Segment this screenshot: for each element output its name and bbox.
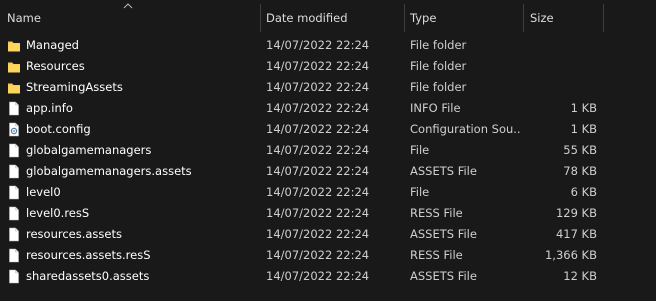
file-type: ASSETS File (410, 227, 477, 241)
file-type: File folder (410, 80, 467, 94)
file-name: globalgamemanagers.assets (26, 164, 192, 178)
file-row[interactable]: level0 14/07/2022 22:24 File 6 KB (0, 182, 656, 203)
column-header-date-modified[interactable]: Date modified (266, 10, 348, 26)
file-date-modified: 14/07/2022 22:24 (266, 206, 370, 220)
file-icon (7, 185, 21, 200)
column-header-name[interactable]: Name (7, 10, 41, 26)
file-size: 1,366 KB (544, 248, 597, 262)
file-name: level0.resS (26, 206, 90, 220)
column-header-bar: Name Date modified Type Size (0, 0, 656, 34)
file-icon (7, 248, 21, 263)
file-date-modified: 14/07/2022 22:24 (266, 38, 370, 52)
file-row[interactable]: resources.assets.resS 14/07/2022 22:24 RES… (0, 245, 656, 266)
file-size (526, 56, 597, 77)
file-name: resources.assets (26, 227, 122, 241)
file-date-modified: 14/07/2022 22:24 (266, 143, 370, 157)
file-name: boot.config (26, 122, 91, 136)
file-name: level0 (26, 185, 61, 199)
file-type: File (410, 185, 430, 199)
file-date-modified: 14/07/2022 22:24 (266, 101, 370, 115)
file-date-modified: 14/07/2022 22:24 (266, 185, 370, 199)
file-icon (7, 227, 21, 242)
file-type: ASSETS File (410, 269, 477, 283)
file-type: ASSETS File (410, 164, 477, 178)
file-row[interactable]: Resources 14/07/2022 22:24 File folder (0, 56, 656, 77)
column-divider[interactable] (260, 4, 261, 32)
file-row[interactable]: globalgamemanagers 14/07/2022 22:24 File 55… (0, 140, 656, 161)
file-type: INFO File (410, 101, 461, 115)
file-date-modified: 14/07/2022 22:24 (266, 164, 370, 178)
file-icon (7, 143, 21, 158)
file-type: File folder (410, 59, 467, 73)
column-header-type[interactable]: Type (410, 10, 436, 26)
config-file-icon (7, 122, 21, 137)
file-size: 55 KB (563, 143, 597, 157)
file-row[interactable]: level0.resS 14/07/2022 22:24 RESS File 129 … (0, 203, 656, 224)
file-date-modified: 14/07/2022 22:24 (266, 227, 370, 241)
file-size (526, 35, 597, 56)
file-type: RESS File (410, 206, 463, 220)
column-divider[interactable] (523, 4, 524, 32)
file-type: Configuration Sou... (410, 122, 520, 136)
file-type: File (410, 143, 430, 157)
sort-ascending-icon (123, 3, 133, 9)
file-icon (7, 101, 21, 116)
file-icon (7, 269, 21, 284)
file-row[interactable]: Managed 14/07/2022 22:24 File folder (0, 35, 656, 56)
folder-icon (7, 38, 21, 53)
file-size: 6 KB (570, 185, 597, 199)
file-icon (7, 206, 21, 221)
file-row[interactable]: StreamingAssets 14/07/2022 22:24 File fold… (0, 77, 656, 98)
file-size (526, 77, 597, 98)
file-size: 1 KB (570, 101, 597, 115)
file-type: RESS File (410, 248, 463, 262)
file-name: resources.assets.resS (26, 248, 151, 262)
column-divider[interactable] (603, 4, 604, 32)
file-size: 12 KB (563, 269, 597, 283)
file-name: StreamingAssets (26, 80, 123, 94)
column-header-size[interactable]: Size (530, 10, 554, 26)
folder-icon (7, 80, 21, 95)
file-row[interactable]: resources.assets 14/07/2022 22:24 ASSETS F… (0, 224, 656, 245)
file-icon (7, 164, 21, 179)
file-size: 78 KB (563, 164, 597, 178)
file-name: Managed (26, 38, 79, 52)
file-type: File folder (410, 38, 467, 52)
file-date-modified: 14/07/2022 22:24 (266, 269, 370, 283)
file-date-modified: 14/07/2022 22:24 (266, 122, 370, 136)
file-row[interactable]: sharedassets0.assets 14/07/2022 22:24 ASSE… (0, 266, 656, 287)
file-size: 417 KB (555, 227, 597, 241)
file-size: 1 KB (570, 122, 597, 136)
file-name: globalgamemanagers (26, 143, 152, 157)
folder-icon (7, 59, 21, 74)
file-name: sharedassets0.assets (26, 269, 150, 283)
file-date-modified: 14/07/2022 22:24 (266, 80, 370, 94)
file-name: Resources (26, 59, 85, 73)
file-row[interactable]: globalgamemanagers.assets 14/07/2022 22:2… (0, 161, 656, 182)
file-size: 129 KB (555, 206, 597, 220)
file-name: app.info (26, 101, 73, 115)
file-date-modified: 14/07/2022 22:24 (266, 248, 370, 262)
column-divider[interactable] (404, 4, 405, 32)
file-row[interactable]: boot.config 14/07/2022 22:24 Configuration… (0, 119, 656, 140)
file-row[interactable]: app.info 14/07/2022 22:24 INFO File 1 KB (0, 98, 656, 119)
file-date-modified: 14/07/2022 22:24 (266, 59, 370, 73)
